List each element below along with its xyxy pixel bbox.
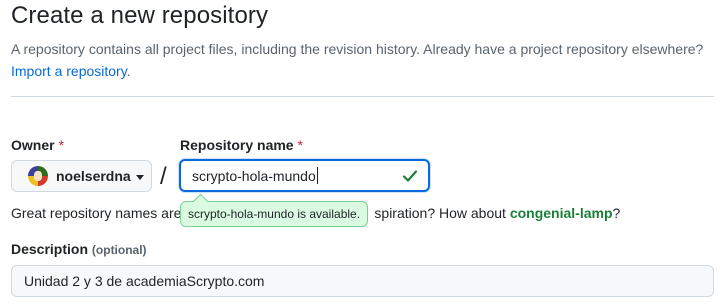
- owner-repo-separator: /: [160, 163, 167, 190]
- chevron-down-icon: [135, 174, 144, 180]
- description-input[interactable]: Unidad 2 y 3 de academiaScrypto.com: [11, 265, 714, 297]
- repository-name-value: scrypto-hola-mundo: [192, 167, 316, 184]
- page-subtitle: A repository contains all project files,…: [11, 38, 711, 82]
- description-label: Description (optional): [11, 241, 147, 257]
- page-title: Create a new repository: [11, 2, 269, 29]
- repository-name-label-text: Repository name: [180, 137, 294, 153]
- owner-name: noelserdna: [56, 168, 131, 184]
- description-optional-note: (optional): [91, 243, 147, 257]
- repository-name-label: Repository name *: [180, 137, 303, 153]
- owner-label-text: Owner: [11, 137, 55, 153]
- suggested-name-link[interactable]: congenial-lamp: [510, 205, 613, 221]
- description-label-text: Description: [11, 241, 89, 257]
- owner-dropdown-button[interactable]: noelserdna: [11, 160, 152, 192]
- subtitle-text: A repository contains all project files,…: [11, 41, 704, 57]
- owner-label: Owner *: [11, 137, 64, 153]
- hint-prefix: Great repository names are: [11, 205, 182, 221]
- repository-name-input[interactable]: scrypto-hola-mundo: [179, 159, 430, 192]
- hint-middle: spiration? How about: [374, 205, 506, 221]
- text-cursor: [316, 167, 318, 184]
- import-link-suffix: .: [126, 63, 131, 79]
- availability-tooltip: scrypto-hola-mundo is available.: [180, 201, 368, 227]
- hint-suffix: ?: [612, 205, 621, 221]
- import-repository-link[interactable]: Import a repository: [11, 63, 127, 79]
- owner-required-mark: *: [58, 137, 64, 153]
- divider: [11, 96, 714, 97]
- check-icon: [402, 170, 418, 182]
- repository-name-required-mark: *: [297, 137, 303, 153]
- avatar: [28, 166, 48, 186]
